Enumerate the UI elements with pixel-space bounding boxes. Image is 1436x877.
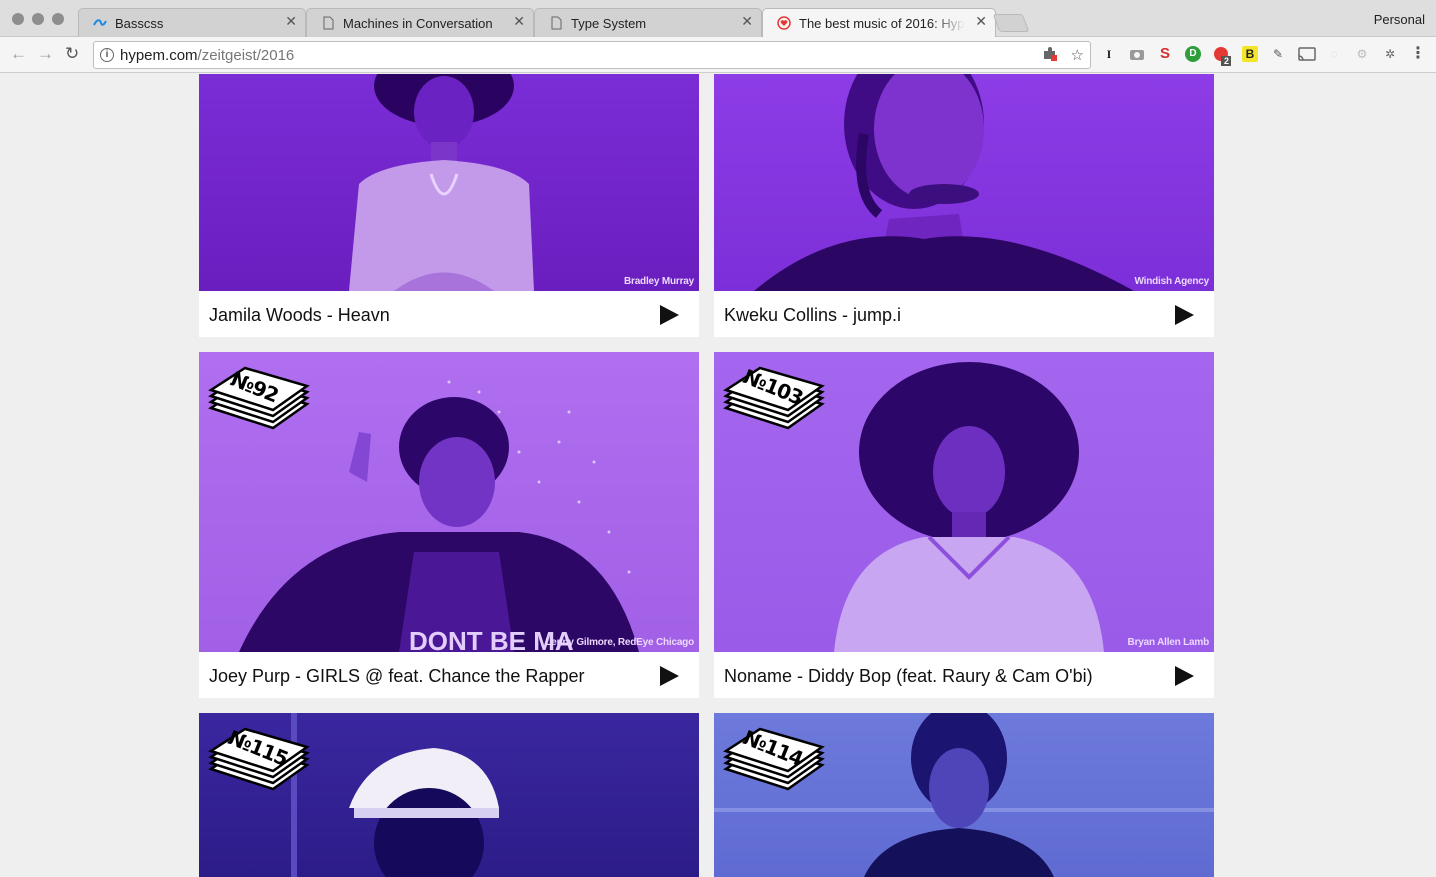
close-tab-icon[interactable]: ✕: [741, 13, 753, 30]
track-caption: Joey Purp - GIRLS @ feat. Chance the Rap…: [199, 652, 699, 698]
artist-photo[interactable]: Bradley Murray: [199, 74, 699, 291]
track-card: №114: [714, 713, 1214, 877]
menu-dots-icon[interactable]: ⋮: [1410, 46, 1426, 62]
tab-title: Machines in Conversation: [343, 16, 493, 31]
notification-badge: 2: [1224, 56, 1230, 66]
track-title[interactable]: Noname - Diddy Bop (feat. Raury & Cam O'…: [724, 666, 1093, 687]
document-icon: [323, 16, 334, 30]
forward-arrow-icon[interactable]: →: [37, 45, 54, 63]
tab-type-system[interactable]: Type System ✕: [534, 8, 762, 37]
address-bar[interactable]: i hypem.com/zeitgeist/2016 ☆: [93, 41, 1091, 69]
artist-photo[interactable]: DONT BE MA №92 Lenny Gilmore, RedEye Chi…: [199, 352, 699, 652]
cast-icon[interactable]: [1298, 46, 1316, 62]
tab-title: Type System: [571, 16, 647, 31]
circle-extension-icon[interactable]: ◌: [1326, 46, 1342, 62]
close-window-button[interactable]: [12, 13, 24, 25]
play-icon[interactable]: [660, 305, 679, 325]
back-arrow-icon[interactable]: ←: [10, 45, 27, 63]
tab-machines-in-conversation[interactable]: Machines in Conversation ✕: [306, 8, 534, 37]
play-icon[interactable]: [1175, 305, 1194, 325]
basscss-favicon-icon: [93, 19, 107, 26]
zoom-window-button[interactable]: [52, 13, 64, 25]
photo-credit: Windish Agency: [1134, 276, 1209, 287]
track-card: Bradley Murray Jamila Woods - Heavn: [199, 74, 699, 337]
info-icon[interactable]: i: [100, 48, 114, 62]
track-title[interactable]: Kweku Collins - jump.i: [724, 305, 901, 326]
address-url[interactable]: hypem.com/zeitgeist/2016: [120, 47, 294, 64]
page-content: Bradley Murray Jamila Woods - Heavn Wind…: [0, 74, 1436, 877]
url-host: hypem.com: [120, 47, 198, 64]
track-caption: Noname - Diddy Bop (feat. Raury & Cam O'…: [714, 652, 1214, 698]
track-caption: Kweku Collins - jump.i: [714, 291, 1214, 337]
close-tab-icon[interactable]: ✕: [975, 13, 987, 30]
bug-icon[interactable]: ✲: [1382, 46, 1398, 62]
pin-icon[interactable]: ✎: [1270, 46, 1286, 62]
play-icon[interactable]: [660, 666, 679, 686]
browser-toolbar: ← → ↻ i hypem.com/zeitgeist/2016 ☆ I S D…: [0, 37, 1436, 73]
s-extension-icon[interactable]: S: [1157, 46, 1173, 62]
d-extension-icon[interactable]: D: [1185, 46, 1201, 62]
track-card: №115: [199, 713, 699, 877]
b-extension-icon[interactable]: B: [1242, 46, 1258, 62]
profile-button[interactable]: Personal: [1374, 12, 1425, 27]
tab-title: The best music of 2016: Hype: [799, 16, 965, 31]
minimize-window-button[interactable]: [32, 13, 44, 25]
gear-icon[interactable]: ⚙: [1354, 46, 1370, 62]
tab-strip: Basscss ✕ Machines in Conversation ✕ Typ…: [0, 0, 1436, 38]
close-tab-icon[interactable]: ✕: [513, 13, 525, 30]
extension-puzzle-icon[interactable]: [1042, 46, 1058, 66]
tab-basscss[interactable]: Basscss ✕: [78, 8, 306, 37]
artist-photo[interactable]: №115: [199, 713, 699, 877]
document-icon: [551, 16, 562, 30]
new-tab-button[interactable]: [992, 14, 1030, 32]
instapaper-icon[interactable]: I: [1101, 46, 1117, 62]
camera-icon[interactable]: [1129, 46, 1145, 62]
artist-photo[interactable]: №114: [714, 713, 1214, 877]
hypem-heart-favicon-icon: [777, 16, 791, 30]
bookmark-star-icon[interactable]: ☆: [1071, 46, 1084, 64]
play-icon[interactable]: [1175, 666, 1194, 686]
reload-icon[interactable]: ↻: [65, 45, 79, 63]
tab-title: Basscss: [115, 16, 164, 31]
track-caption: Jamila Woods - Heavn: [199, 291, 699, 337]
url-path: /zeitgeist/2016: [197, 47, 295, 64]
track-card: №103 Bryan Allen Lamb Noname - Diddy Bop…: [714, 352, 1214, 698]
photo-credit: Lenny Gilmore, RedEye Chicago: [545, 637, 694, 648]
track-title[interactable]: Joey Purp - GIRLS @ feat. Chance the Rap…: [209, 666, 584, 687]
track-card: DONT BE MA №92 Lenny Gilmore, RedEye Chi…: [199, 352, 699, 698]
close-tab-icon[interactable]: ✕: [285, 13, 297, 30]
artist-photo[interactable]: №103 Bryan Allen Lamb: [714, 352, 1214, 652]
artist-photo[interactable]: Windish Agency: [714, 74, 1214, 291]
photo-credit: Bryan Allen Lamb: [1127, 637, 1210, 648]
heart-notification-icon[interactable]: 2: [1213, 46, 1231, 66]
tab-hypem-active[interactable]: The best music of 2016: Hype ✕: [762, 8, 996, 38]
photo-credit: Bradley Murray: [623, 276, 694, 287]
track-title[interactable]: Jamila Woods - Heavn: [209, 305, 390, 326]
track-card: Windish Agency Kweku Collins - jump.i: [714, 74, 1214, 337]
